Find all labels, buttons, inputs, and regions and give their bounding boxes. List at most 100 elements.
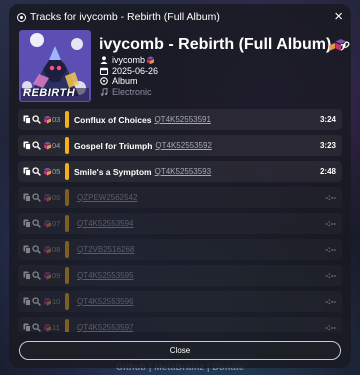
track-accent-bar (65, 215, 69, 232)
copy-icon[interactable] (22, 167, 31, 177)
search-icon[interactable] (32, 323, 41, 333)
copy-icon[interactable] (22, 141, 31, 151)
track-accent-bar (65, 319, 69, 332)
track-duration: 3:24 (319, 115, 336, 124)
search-icon[interactable] (32, 115, 41, 125)
search-icon[interactable] (32, 219, 41, 229)
cube-icon[interactable] (44, 323, 51, 332)
track-isrc-link[interactable]: QT4K52553592 (155, 141, 212, 150)
track-accent-bar (65, 189, 69, 206)
search-icon[interactable] (32, 297, 41, 307)
user-icon (99, 56, 109, 65)
copy-icon[interactable] (22, 219, 31, 229)
album-disc-icon (99, 77, 109, 86)
close-icon[interactable]: × (334, 9, 343, 24)
disc-icon (17, 12, 26, 22)
track-number: 04 (52, 141, 61, 150)
track-accent-bar (65, 137, 69, 154)
track-row: 04 Gospel for Triumph QT4K52553592 3:23 (18, 135, 342, 156)
track-isrc-link[interactable]: QT4K52553591 (154, 115, 211, 124)
cube-icon[interactable] (44, 193, 51, 202)
close-button[interactable]: Close (19, 341, 341, 360)
album-artist-row: ivycomb (99, 55, 343, 66)
cube-icon[interactable] (44, 141, 51, 150)
track-row: 05 Smile's a Symptom QT4K52553593 2:48 (18, 161, 342, 182)
copy-icon[interactable] (22, 245, 31, 255)
track-row: 08 QT2VB2516268 -:-- (18, 239, 342, 260)
track-isrc-link[interactable]: QT4K52553596 (77, 297, 134, 306)
tracks-modal: Tracks for ivycomb - Rebirth (Full Album… (9, 4, 351, 368)
track-accent-bar (65, 241, 69, 258)
track-row: 06 QZPEW2562542 -:-- (18, 187, 342, 208)
search-icon[interactable] (32, 167, 41, 177)
search-icon[interactable] (32, 141, 41, 151)
album-cover[interactable]: REBIRTH (19, 30, 91, 102)
modal-header: Tracks for ivycomb - Rebirth (Full Album… (9, 4, 351, 30)
track-row: 11 QT4K52553597 -:-- (18, 317, 342, 332)
track-isrc-link[interactable]: QZPEW2562542 (77, 193, 137, 202)
track-number: 08 (52, 245, 61, 254)
track-duration: -:-- (325, 271, 336, 280)
album-info-block: REBIRTH ivycomb - Rebirth (Full Album) i… (19, 30, 350, 104)
track-number: 05 (52, 167, 61, 176)
album-genre-row: Electronic (99, 87, 343, 98)
album-date-row: 2025-06-26 (99, 66, 343, 77)
album-cover-text: REBIRTH (23, 87, 76, 99)
track-duration: -:-- (325, 193, 336, 202)
track-number: 06 (52, 193, 61, 202)
track-list[interactable]: 03 Conflux of Choices QT4K52553591 3:24 … (18, 109, 342, 332)
track-row: 09 QT4K52553595 -:-- (18, 265, 342, 286)
modal-title: Tracks for ivycomb - Rebirth (Full Album… (30, 11, 220, 23)
track-number: 11 (52, 323, 60, 332)
track-isrc-link[interactable]: QT4K52553595 (77, 271, 134, 280)
album-date: 2025-06-26 (112, 65, 159, 76)
album-title-row: ivycomb - Rebirth (Full Album) (99, 36, 350, 54)
track-duration: -:-- (325, 219, 336, 228)
copy-icon[interactable] (22, 115, 31, 125)
track-isrc-link[interactable]: QT4K52553593 (155, 167, 212, 176)
track-accent-bar (65, 111, 69, 128)
cube-icon[interactable] (44, 271, 51, 280)
album-details: ivycomb - Rebirth (Full Album) ivycomb 2… (99, 36, 350, 98)
track-number: 03 (52, 115, 61, 124)
track-row: 07 QT4K52553594 -:-- (18, 213, 342, 234)
track-row: 03 Conflux of Choices QT4K52553591 3:24 (18, 109, 342, 130)
track-duration: 2:48 (319, 167, 336, 176)
track-title: Smile's a Symptom (74, 166, 152, 177)
copy-icon[interactable] (22, 193, 31, 203)
track-accent-bar (65, 163, 69, 180)
copy-icon[interactable] (22, 323, 31, 333)
search-icon[interactable] (32, 193, 41, 203)
track-duration: -:-- (325, 323, 336, 332)
track-accent-bar (65, 293, 69, 310)
track-duration: 3:23 (319, 141, 336, 150)
cube-icon[interactable] (44, 167, 51, 176)
track-number: 07 (52, 219, 61, 228)
cube-icon[interactable] (44, 245, 51, 254)
search-icon[interactable] (32, 245, 41, 255)
album-type: Album (112, 76, 138, 86)
track-number: 10 (52, 297, 61, 306)
track-title: Gospel for Triumph (74, 140, 153, 151)
album-type-row: Album (99, 76, 343, 87)
copy-icon[interactable] (22, 271, 31, 281)
track-isrc-link[interactable]: QT2VB2516268 (77, 245, 134, 254)
track-isrc-link[interactable]: QT4K52553597 (77, 323, 134, 332)
cube-icon[interactable] (44, 115, 51, 124)
track-duration: -:-- (325, 297, 336, 306)
album-genre: Electronic (112, 86, 152, 97)
album-artist[interactable]: ivycomb (112, 55, 145, 66)
calendar-icon (99, 67, 109, 75)
artist-cube-icon[interactable] (147, 56, 155, 65)
album-title: ivycomb - Rebirth (Full Album) (99, 36, 332, 53)
music-note-icon (99, 87, 109, 96)
cube-icon[interactable] (44, 297, 51, 306)
copy-icon[interactable] (22, 297, 31, 307)
track-row: 10 QT4K52553596 -:-- (18, 291, 342, 312)
search-icon[interactable] (32, 271, 41, 281)
track-number: 09 (52, 271, 61, 280)
track-duration: -:-- (325, 245, 336, 254)
track-isrc-link[interactable]: QT4K52553594 (77, 219, 134, 228)
cube-icon[interactable] (44, 219, 51, 228)
track-title: Conflux of Choices (74, 114, 152, 125)
